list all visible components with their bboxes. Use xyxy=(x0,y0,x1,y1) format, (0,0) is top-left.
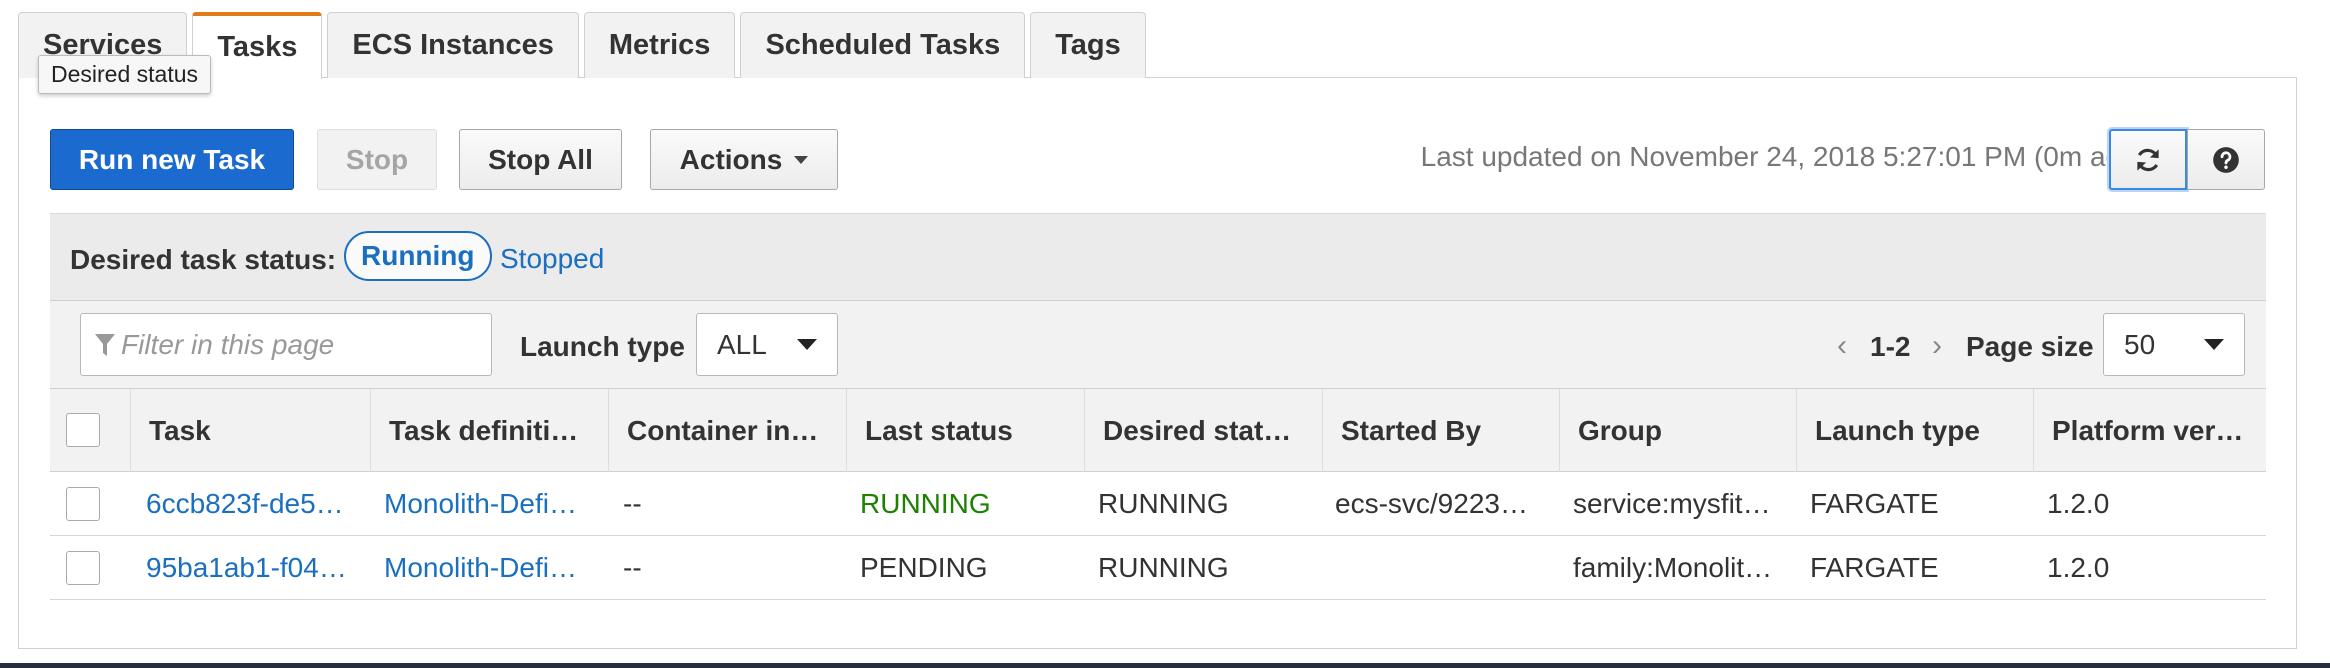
column-header-group[interactable]: Group xyxy=(1559,389,1796,472)
tab-scheduled-tasks[interactable]: Scheduled Tasks xyxy=(740,12,1026,78)
stop-all-button[interactable]: Stop All xyxy=(459,129,622,190)
table-row: 6ccb823f-de5… Monolith-Defi… -- RUNNING … xyxy=(50,472,2266,536)
platform-version-cell: 1.2.0 xyxy=(2047,552,2110,583)
desired-status-label: Desired task status: xyxy=(70,244,337,275)
filter-input[interactable]: Filter in this page xyxy=(80,313,492,376)
tab-tags[interactable]: Tags xyxy=(1030,12,1146,78)
group-cell: family:Monolit… xyxy=(1573,552,1773,583)
bottom-border-bar xyxy=(0,663,2330,668)
table-row: 95ba1ab1-f04… Monolith-Defi… -- PENDING … xyxy=(50,536,2266,600)
funnel-icon xyxy=(95,333,115,356)
table-header: Task Task definiti… Container in… Last s… xyxy=(50,389,2266,472)
stop-button[interactable]: Stop xyxy=(317,129,437,190)
platform-version-cell: 1.2.0 xyxy=(2047,488,2110,519)
column-header-launch-type[interactable]: Launch type xyxy=(1796,389,2033,472)
launch-type-label: Launch type xyxy=(520,331,685,362)
row-checkbox[interactable] xyxy=(66,487,100,521)
refresh-icon xyxy=(2137,148,2159,171)
filter-bar: Filter in this page Launch type ALL ‹ 1-… xyxy=(50,301,2266,389)
desired-status-cell: RUNNING xyxy=(1098,488,1229,519)
tab-ecs-instances[interactable]: ECS Instances xyxy=(327,12,579,78)
chevron-down-icon xyxy=(797,339,817,350)
column-header-last-status[interactable]: Last status xyxy=(846,389,1084,472)
column-header-container-instance[interactable]: Container in… xyxy=(608,389,846,472)
caret-down-icon xyxy=(794,155,809,164)
column-header-desired-status[interactable]: Desired stat… xyxy=(1084,389,1322,472)
group-cell: service:mysfit… xyxy=(1573,488,1771,519)
status-stopped-toggle[interactable]: Stopped xyxy=(500,243,604,275)
last-status-cell: RUNNING xyxy=(860,488,991,519)
page-size-value: 50 xyxy=(2124,328,2156,360)
page-size-select[interactable]: 50 xyxy=(2103,313,2245,376)
started-by-cell: ecs-svc/9223… xyxy=(1335,488,1528,519)
last-status-cell: PENDING xyxy=(860,552,988,583)
launch-type-select[interactable]: ALL xyxy=(696,313,838,376)
help-button[interactable] xyxy=(2187,129,2265,190)
column-header-platform-version[interactable]: Platform ver… xyxy=(2033,389,2266,472)
column-header-task-definition[interactable]: Task definiti… xyxy=(370,389,608,472)
chevron-down-icon xyxy=(2204,339,2224,350)
run-new-task-button[interactable]: Run new Task xyxy=(50,129,294,190)
column-header-started-by[interactable]: Started By xyxy=(1322,389,1559,472)
desired-status-tooltip: Desired status xyxy=(38,55,212,94)
task-definition-link[interactable]: Monolith-Defi… xyxy=(384,472,577,536)
container-instance-cell: -- xyxy=(623,488,642,519)
desired-status-cell: RUNNING xyxy=(1098,552,1229,583)
filter-placeholder: Filter in this page xyxy=(121,328,335,360)
page-size-label: Page size xyxy=(1966,331,2094,362)
task-definition-link[interactable]: Monolith-Defi… xyxy=(384,536,577,600)
question-circle-icon xyxy=(2213,146,2239,173)
tab-metrics[interactable]: Metrics xyxy=(583,12,736,78)
actions-dropdown[interactable]: Actions xyxy=(650,129,838,190)
column-header-task[interactable]: Task xyxy=(130,389,370,472)
prev-page-button[interactable]: ‹ xyxy=(1837,329,1847,363)
tab-tasks[interactable]: Tasks xyxy=(192,12,323,79)
launch-type-cell: FARGATE xyxy=(1810,552,1939,583)
page-range: 1-2 xyxy=(1870,331,1911,362)
row-checkbox[interactable] xyxy=(66,551,100,585)
launch-type-cell: FARGATE xyxy=(1810,488,1939,519)
last-updated-text: Last updated on November 24, 2018 5:27:0… xyxy=(1420,141,2146,172)
desired-status-bar: Desired task status: Running Stopped xyxy=(50,213,2266,301)
actions-label: Actions xyxy=(679,143,783,175)
task-id-link[interactable]: 95ba1ab1-f04… xyxy=(146,536,347,600)
status-running-toggle[interactable]: Running xyxy=(344,231,492,281)
select-all-checkbox[interactable] xyxy=(66,413,100,447)
task-id-link[interactable]: 6ccb823f-de5… xyxy=(146,472,344,536)
refresh-button[interactable] xyxy=(2109,129,2187,190)
launch-type-value: ALL xyxy=(717,328,767,360)
container-instance-cell: -- xyxy=(623,552,642,583)
next-page-button[interactable]: › xyxy=(1932,329,1942,363)
